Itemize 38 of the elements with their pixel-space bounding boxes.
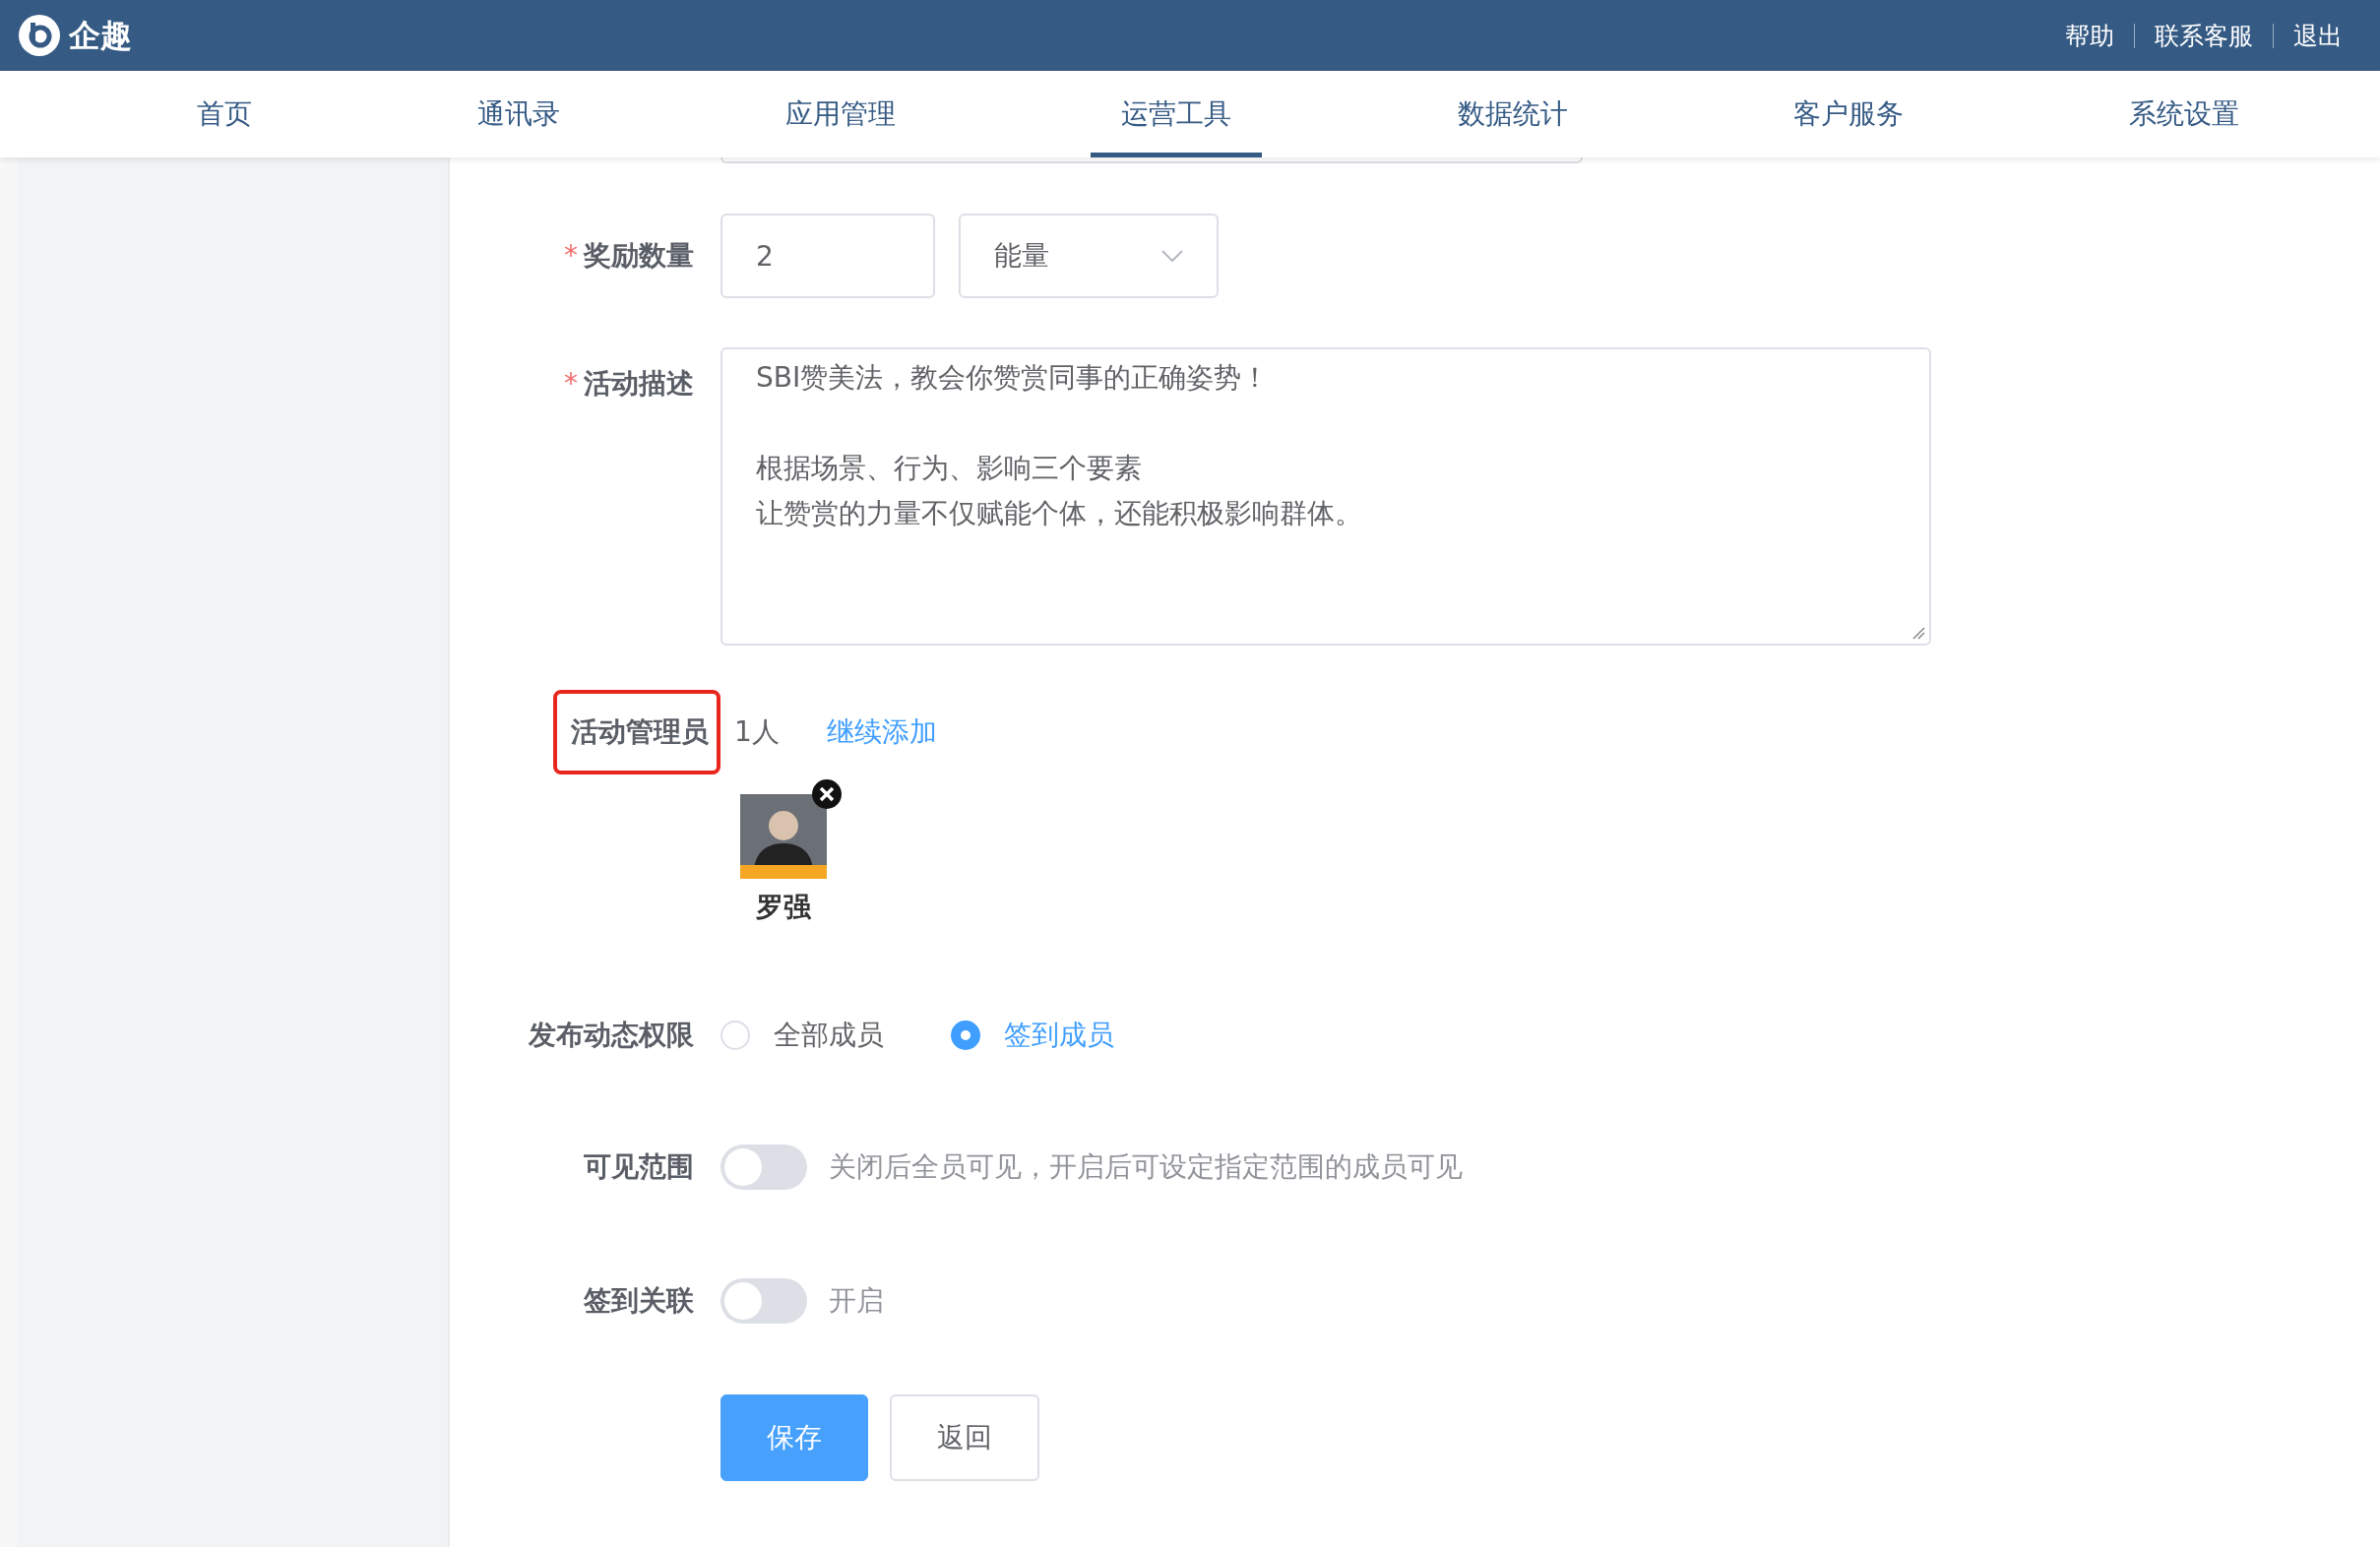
input-field[interactable] <box>720 157 1583 163</box>
radio-option[interactable]: 全部成员 <box>720 1015 884 1056</box>
field-label: 奖励数量 <box>584 238 694 274</box>
action-button[interactable]: 返回 <box>890 1394 1039 1481</box>
nav-tab[interactable]: 首页 <box>166 71 282 157</box>
close-icon[interactable] <box>811 778 843 810</box>
toggle-hint: 开启 <box>829 1283 884 1319</box>
nav-tab[interactable]: 客户服务 <box>1762 71 1934 157</box>
header-link[interactable]: 退出 <box>2273 23 2362 48</box>
member-count: 1人 <box>734 714 780 750</box>
unit-dropdown[interactable]: 能量 <box>959 214 1219 298</box>
text-line: 让赞赏的力量不仅赋能个体，还能积极影响群体。 <box>756 496 1362 531</box>
field-label: 活动描述 <box>584 366 694 402</box>
member-name: 罗强 <box>756 890 811 925</box>
nav-tab[interactable]: 通讯录 <box>447 71 592 157</box>
toggle-switch[interactable] <box>720 1278 807 1324</box>
required-asterisk: * <box>564 238 578 274</box>
logo-icon <box>18 14 61 57</box>
toggle-hint: 关闭后全员可见，开启后可设定指定范围的成员可见 <box>829 1149 1463 1185</box>
field-label: 可见范围 <box>584 1149 694 1185</box>
nav-tab[interactable]: 应用管理 <box>755 71 927 157</box>
nav-tab[interactable]: 数据统计 <box>1426 71 1598 157</box>
required-asterisk: * <box>564 366 578 402</box>
header-link[interactable]: 帮助 <box>2045 23 2134 48</box>
nav-tab[interactable]: 系统设置 <box>2098 71 2270 157</box>
toggle-switch[interactable] <box>720 1145 807 1190</box>
field-label: 发布动态权限 <box>529 1018 694 1053</box>
number-field[interactable]: 2 <box>720 214 935 298</box>
description-textarea[interactable]: SBI赞美法，教会你赞赏同事的正确姿势！ 根据场景、行为、影响三个要素 让赞赏的力量不仅赋能个体，还能积极影响群体。 <box>720 347 1931 646</box>
radio-button[interactable] <box>951 1021 980 1050</box>
text-line: 根据场景、行为、影响三个要素 <box>756 451 1142 486</box>
field-label: 活动管理员 <box>553 690 720 774</box>
resize-handle-icon[interactable] <box>1911 626 1925 640</box>
header-link[interactable]: 联系客服 <box>2134 23 2273 48</box>
field-label: 签到关联 <box>584 1283 694 1319</box>
app-name: 企趣 <box>69 16 132 56</box>
text-line: SBI赞美法，教会你赞赏同事的正确姿势！ <box>756 360 1270 396</box>
chevron-down-icon <box>1161 250 1183 262</box>
